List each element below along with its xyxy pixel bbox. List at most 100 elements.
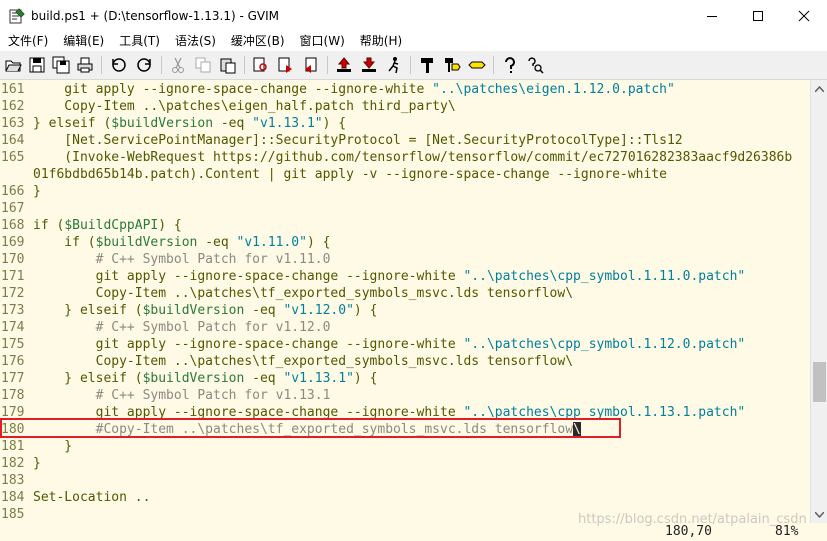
code-line[interactable]: 167 (0, 200, 810, 217)
code-line[interactable]: 184 Set-Location .. (0, 489, 810, 506)
line-text: if ($BuildCppAPI) { (33, 218, 182, 233)
code-line[interactable]: 163} elseif ($buildVersion -eq "v1.13.1"… (0, 115, 810, 132)
menu-help[interactable]: 帮助(H) (352, 31, 409, 51)
find-next-button[interactable] (276, 55, 296, 75)
line-text: (Invoke-WebRequest https://github.com/te… (33, 150, 792, 165)
window-title: build.ps1 + (D:\tensorflow-1.13.1) - GVI… (31, 8, 279, 23)
line-number: 179 (1, 405, 25, 420)
scroll-down-button[interactable] (811, 506, 827, 523)
code-line[interactable]: 170 # C++ Symbol Patch for v1.11.0 (0, 251, 810, 268)
find-help-button[interactable] (525, 55, 545, 75)
code-token: Copy-Item ..\patches\tf_exported_symbols… (33, 286, 574, 301)
code-token: } elseif ( (33, 303, 143, 318)
code-line[interactable]: 183 (0, 472, 810, 489)
code-token: # C++ Symbol Patch for v1.11.0 (33, 252, 331, 267)
help-button[interactable] (500, 55, 520, 75)
load-session-button[interactable] (334, 55, 354, 75)
open-icon (5, 60, 22, 72)
menu-syntax[interactable]: 语法(S) (167, 31, 223, 51)
code-line[interactable]: 01f6bdbd65b14b.patch).Content | git appl… (0, 166, 810, 183)
editor-text-area[interactable]: 161 git apply --ignore-space-change --ig… (0, 80, 810, 523)
scroll-thumb[interactable] (813, 362, 826, 402)
code-line[interactable]: 171 git apply --ignore-space-change --ig… (0, 268, 810, 285)
line-number: 181 (1, 439, 25, 454)
code-token: git apply --ignore-space-change --ignore… (33, 337, 464, 352)
code-line[interactable]: 175 git apply --ignore-space-change --ig… (0, 336, 810, 353)
save-button[interactable] (27, 55, 47, 75)
find-prev-button[interactable] (301, 55, 321, 75)
code-token: } (33, 456, 41, 471)
menu-window[interactable]: 窗口(W) (292, 31, 352, 51)
code-line[interactable]: 168 if ($BuildCppAPI) { (0, 217, 810, 234)
paste-button[interactable] (218, 55, 238, 75)
maximize-button[interactable] (735, 0, 781, 31)
run-ctags-button[interactable] (442, 55, 462, 75)
code-line[interactable]: 166} (0, 183, 810, 200)
code-token: } (33, 184, 41, 199)
code-line[interactable]: 161 git apply --ignore-space-change --ig… (0, 81, 810, 98)
watermark-text: https://blog.csdn.net/atpalain_csdn (578, 512, 807, 527)
code-line[interactable]: 181 } (0, 438, 810, 455)
code-line[interactable]: 179 git apply --ignore-space-change --ig… (0, 404, 810, 421)
find-replace-button[interactable] (251, 55, 271, 75)
menu-edit[interactable]: 编辑(E) (55, 31, 111, 51)
save-icon (29, 57, 45, 73)
gvim-app-icon[interactable] (9, 7, 25, 24)
line-number: 171 (1, 269, 25, 284)
code-token: "v1.13.1" (283, 371, 354, 386)
tag-jump-button[interactable] (467, 55, 487, 75)
code-line[interactable]: 165 (Invoke-WebRequest https://github.co… (0, 149, 810, 166)
cut-button[interactable] (168, 55, 188, 75)
code-token: [Net.ServicePointManager]::SecurityProto… (33, 133, 683, 148)
line-number: 177 (1, 371, 25, 386)
code-line[interactable]: 180 #Copy-Item ..\patches\tf_exported_sy… (0, 421, 810, 438)
code-line[interactable]: 162 Copy-Item ..\patches\eigen_half.patc… (0, 98, 810, 115)
line-text: } elseif ($buildVersion -eq "v1.13.1") { (33, 371, 377, 386)
code-token: (Invoke-WebRequest https://github.com/te… (33, 150, 793, 165)
menu-file[interactable]: 文件(F) (0, 31, 55, 51)
code-line[interactable]: 176 Copy-Item ..\patches\tf_exported_sym… (0, 353, 810, 370)
copy-button[interactable] (193, 55, 213, 75)
line-text: git apply --ignore-space-change --ignore… (33, 82, 675, 97)
run-script-button[interactable] (384, 55, 404, 75)
redo-button[interactable] (134, 55, 154, 75)
code-line[interactable]: 169 if ($buildVersion -eq "v1.11.0") { (0, 234, 810, 251)
open-button[interactable] (3, 55, 23, 75)
chevron-up-icon (815, 85, 824, 92)
help-icon (505, 57, 515, 73)
code-line[interactable]: 174 # C++ Symbol Patch for v1.12.0 (0, 319, 810, 336)
line-text: } (33, 439, 72, 454)
save-all-button[interactable] (51, 55, 71, 75)
toolbar (0, 51, 827, 80)
undo-button[interactable] (109, 55, 129, 75)
line-text: Set-Location .. (33, 490, 150, 505)
minimize-button[interactable] (689, 0, 735, 31)
code-line[interactable]: 177 } elseif ($buildVersion -eq "v1.13.1… (0, 370, 810, 387)
close-button[interactable] (781, 0, 827, 31)
save-session-button[interactable] (359, 55, 379, 75)
vertical-scrollbar[interactable] (810, 80, 827, 523)
line-text: # C++ Symbol Patch for v1.12.0 (33, 320, 331, 335)
print-button[interactable] (75, 55, 95, 75)
code-token: "..\patches\eigen.1.12.0.patch" (432, 82, 675, 97)
code-token: if ( (33, 218, 65, 233)
code-token: "..\patches\cpp_symbol.1.11.0.patch" (463, 269, 746, 284)
code-token: git apply --ignore-space-change --ignore… (33, 405, 464, 420)
code-token: 01f6bdbd65b14b.patch).Content | git appl… (33, 167, 667, 182)
title-bar: build.ps1 + (D:\tensorflow-1.13.1) - GVI… (0, 0, 827, 31)
code-line[interactable]: 172 Copy-Item ..\patches\tf_exported_sym… (0, 285, 810, 302)
menu-tools[interactable]: 工具(T) (111, 31, 167, 51)
code-line[interactable]: 173 } elseif ($buildVersion -eq "v1.12.0… (0, 302, 810, 319)
menu-buffers[interactable]: 缓冲区(B) (223, 31, 292, 51)
code-line[interactable]: 164 [Net.ServicePointManager]::SecurityP… (0, 132, 810, 149)
code-line[interactable]: 178 # C++ Symbol Patch for v1.13.1 (0, 387, 810, 404)
line-number: 169 (1, 235, 25, 250)
scroll-up-button[interactable] (811, 80, 827, 97)
load-session-icon (337, 57, 351, 72)
code-token: git apply --ignore-space-change --ignore… (33, 269, 464, 284)
line-text: #Copy-Item ..\patches\tf_exported_symbol… (33, 422, 581, 437)
make-button[interactable] (417, 55, 437, 75)
code-line[interactable]: 182} (0, 455, 810, 472)
copy-icon (195, 57, 211, 73)
line-text: Copy-Item ..\patches\eigen_half.patch th… (33, 99, 455, 114)
